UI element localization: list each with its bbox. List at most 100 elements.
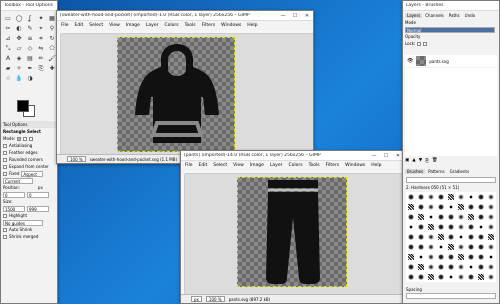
rounded-corners-checkbox[interactable] bbox=[3, 157, 7, 162]
pants-unit-select[interactable]: px bbox=[191, 296, 202, 302]
brush-swatch[interactable] bbox=[406, 222, 416, 232]
brush-swatch[interactable] bbox=[456, 242, 466, 252]
auto-shrink-checkbox[interactable] bbox=[3, 227, 7, 232]
dock-titlebar[interactable]: Layers - Brushes bbox=[403, 1, 499, 11]
brush-swatch[interactable] bbox=[486, 252, 496, 262]
delete-layer-icon[interactable]: 🗑 bbox=[432, 158, 438, 163]
lasso-tool-icon[interactable]: ʆ bbox=[25, 14, 35, 23]
brush-swatch[interactable] bbox=[456, 202, 466, 212]
layers-brushes-dock[interactable]: Layers - Brushes Layers Channels Paths U… bbox=[402, 0, 500, 304]
brush-swatch[interactable] bbox=[436, 222, 446, 232]
bucket-fill-tool-icon[interactable]: ◈ bbox=[14, 54, 24, 63]
pants-image-window[interactable]: [pants] (imported)-14.0 (RGB color, 1 la… bbox=[180, 150, 405, 304]
brush-swatch[interactable] bbox=[436, 252, 446, 262]
brush-swatch[interactable] bbox=[416, 272, 426, 282]
brush-swatch[interactable] bbox=[436, 272, 446, 282]
brush-swatch[interactable] bbox=[436, 262, 446, 272]
brush-swatch[interactable] bbox=[486, 192, 496, 202]
menu-file[interactable]: File bbox=[185, 163, 193, 168]
eye-icon[interactable]: 👁 bbox=[407, 58, 413, 64]
brush-swatch[interactable] bbox=[456, 212, 466, 222]
brush-swatch[interactable] bbox=[426, 232, 436, 242]
brush-swatch[interactable] bbox=[486, 242, 496, 252]
menu-select[interactable]: Select bbox=[213, 163, 227, 168]
minimize-icon[interactable]: — bbox=[368, 151, 380, 161]
menu-view[interactable]: View bbox=[233, 163, 244, 168]
pants-titlebar[interactable]: [pants] (imported)-14.0 (RGB color, 1 la… bbox=[181, 151, 404, 161]
brush-swatch[interactable] bbox=[486, 212, 496, 222]
minimize-icon[interactable]: — bbox=[277, 11, 289, 21]
brush-swatch[interactable] bbox=[436, 212, 446, 222]
brush-filter-input[interactable] bbox=[406, 177, 496, 183]
brush-swatch[interactable] bbox=[446, 272, 456, 282]
tab-channels[interactable]: Channels bbox=[423, 13, 446, 18]
sweater-canvas[interactable] bbox=[117, 37, 235, 152]
tab-paths[interactable]: Paths bbox=[447, 13, 462, 18]
size-height-input[interactable]: 999 bbox=[27, 205, 49, 212]
new-layer-icon[interactable]: ▣ bbox=[405, 158, 409, 163]
brush-swatch[interactable] bbox=[486, 202, 496, 212]
menu-view[interactable]: View bbox=[109, 23, 120, 28]
brush-swatch[interactable] bbox=[466, 262, 476, 272]
flip-tool-icon[interactable]: ⇋ bbox=[36, 44, 46, 53]
brush-swatch[interactable] bbox=[486, 232, 496, 242]
pants-canvas-area[interactable] bbox=[185, 174, 404, 294]
brush-swatch[interactable] bbox=[446, 252, 456, 262]
brush-swatch[interactable] bbox=[446, 242, 456, 252]
brush-swatch[interactable] bbox=[436, 192, 446, 202]
expand-from-center-checkbox[interactable] bbox=[3, 164, 7, 169]
shear-tool-icon[interactable]: ▱ bbox=[14, 44, 24, 53]
current-ratio-field[interactable]: Current bbox=[3, 177, 33, 184]
color-picker-tool-icon[interactable]: ⌖ bbox=[36, 24, 46, 33]
ink-tool-icon[interactable]: ✒ bbox=[25, 64, 35, 73]
menu-layer[interactable]: Layer bbox=[146, 23, 159, 28]
tab-layers[interactable]: Layers bbox=[405, 12, 423, 18]
brush-swatch[interactable] bbox=[426, 262, 436, 272]
move-tool-icon[interactable]: ✥ bbox=[14, 34, 24, 43]
maximize-icon[interactable]: ☐ bbox=[289, 11, 301, 21]
smudge-tool-icon[interactable]: ☝ bbox=[3, 74, 13, 83]
brush-swatch[interactable] bbox=[456, 192, 466, 202]
menu-colors[interactable]: Colors bbox=[164, 23, 178, 28]
menu-colors[interactable]: Colors bbox=[288, 163, 302, 168]
brush-swatch[interactable] bbox=[416, 212, 426, 222]
brush-swatch[interactable] bbox=[476, 272, 486, 282]
menu-tools[interactable]: Tools bbox=[309, 163, 320, 168]
ellipse-select-tool-icon[interactable]: ◯ bbox=[14, 14, 24, 23]
measure-tool-icon[interactable]: ⊿ bbox=[3, 34, 13, 43]
foreground-color-swatch[interactable] bbox=[17, 100, 29, 112]
brush-swatch[interactable] bbox=[436, 232, 446, 242]
sweater-image-window[interactable]: [sweater-with-hood-and-pocket] (imported… bbox=[56, 10, 314, 164]
lock-position-checkbox[interactable] bbox=[423, 41, 428, 46]
menu-edit[interactable]: Edit bbox=[75, 23, 84, 28]
airbrush-tool-icon[interactable]: ✧ bbox=[14, 64, 24, 73]
maximize-icon[interactable]: ☐ bbox=[380, 151, 392, 161]
brush-swatch[interactable] bbox=[426, 192, 436, 202]
brush-swatch[interactable] bbox=[466, 272, 476, 282]
lower-layer-icon[interactable]: ▼ bbox=[419, 158, 422, 163]
sweater-titlebar[interactable]: [sweater-with-hood-and-pocket] (imported… bbox=[57, 11, 313, 21]
brush-swatch[interactable] bbox=[466, 202, 476, 212]
brush-swatch[interactable] bbox=[476, 192, 486, 202]
position-y-input[interactable]: 0 bbox=[27, 191, 49, 198]
pants-zoom-select[interactable]: 100 % bbox=[205, 296, 225, 302]
brush-swatch[interactable] bbox=[416, 192, 426, 202]
brush-swatch[interactable] bbox=[416, 262, 426, 272]
text-tool-icon[interactable]: A bbox=[3, 54, 13, 63]
guides-select[interactable]: No guides bbox=[3, 219, 43, 226]
brush-swatch[interactable] bbox=[416, 252, 426, 262]
mode-add-button[interactable] bbox=[23, 136, 28, 141]
brush-swatch[interactable] bbox=[446, 212, 456, 222]
menu-filters[interactable]: Filters bbox=[202, 23, 216, 28]
shrink-merged-checkbox[interactable] bbox=[3, 234, 7, 239]
foreground-select-tool-icon[interactable]: ◐ bbox=[14, 24, 24, 33]
brush-swatch[interactable] bbox=[406, 202, 416, 212]
paths-tool-icon[interactable]: ✎ bbox=[25, 24, 35, 33]
menu-edit[interactable]: Edit bbox=[199, 163, 208, 168]
fixed-checkbox[interactable] bbox=[3, 171, 7, 176]
brush-swatch[interactable] bbox=[476, 232, 486, 242]
brush-swatch[interactable] bbox=[486, 222, 496, 232]
brush-swatch[interactable] bbox=[466, 232, 476, 242]
tab-gradients[interactable]: Gradients bbox=[448, 169, 472, 174]
brush-swatch[interactable] bbox=[406, 212, 416, 222]
